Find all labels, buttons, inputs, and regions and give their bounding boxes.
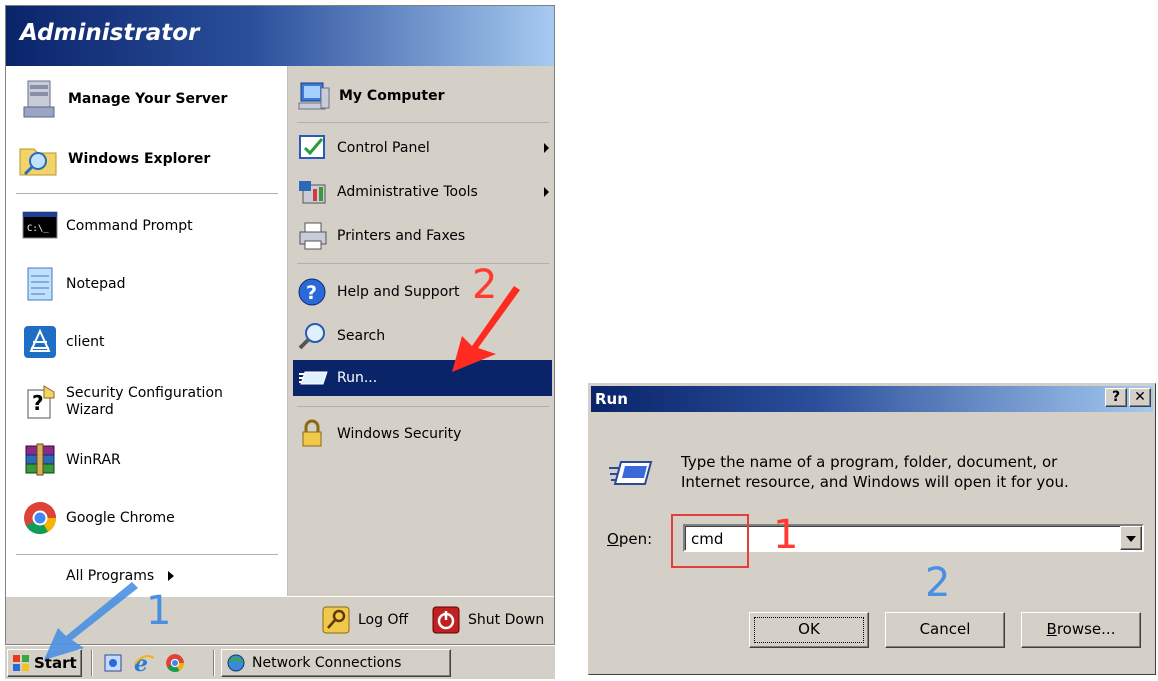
open-combobox[interactable]: cmd bbox=[683, 524, 1144, 552]
annotation-step-2-dialog: 2 bbox=[925, 560, 951, 606]
run-dialog-description: Type the name of a program, folder, docu… bbox=[681, 452, 1069, 492]
run-dialog-icon bbox=[609, 456, 653, 496]
cancel-button[interactable]: Cancel bbox=[885, 612, 1005, 648]
red-arrow-icon bbox=[452, 286, 520, 372]
description-line1: Type the name of a program, folder, docu… bbox=[681, 453, 1058, 471]
ok-button[interactable]: OK bbox=[749, 612, 869, 648]
annotation-step-1-dialog: 1 bbox=[773, 512, 799, 558]
run-dialog: Run ? ✕ Type the name of a program, fold… bbox=[588, 383, 1156, 675]
browse-button[interactable]: Browse... bbox=[1021, 612, 1141, 648]
run-dialog-titlebar: Run bbox=[591, 386, 1153, 412]
help-button[interactable]: ? bbox=[1105, 388, 1127, 407]
highlight-box bbox=[671, 514, 749, 568]
blue-arrow-start-icon bbox=[44, 582, 138, 660]
run-dialog-title: Run bbox=[595, 390, 628, 408]
close-button[interactable]: ✕ bbox=[1129, 388, 1151, 407]
chevron-down-icon bbox=[1126, 536, 1136, 542]
open-label: Open: bbox=[607, 530, 653, 548]
description-line2: Internet resource, and Windows will open… bbox=[681, 473, 1069, 491]
dropdown-button[interactable] bbox=[1120, 526, 1142, 550]
